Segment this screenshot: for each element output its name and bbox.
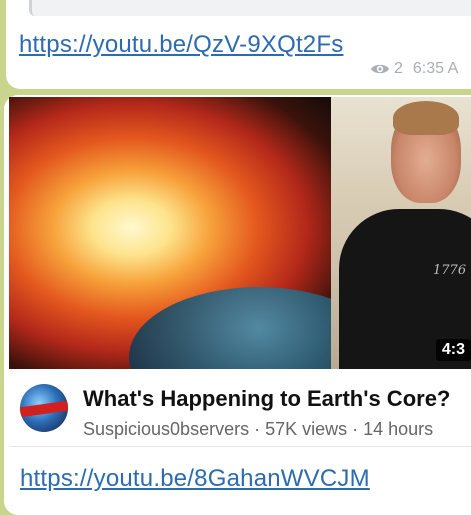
video-subtitle-overflow: · · · <box>83 441 113 445</box>
eye-icon <box>371 64 389 74</box>
message-1-link[interactable]: https://youtu.be/QzV-9XQt2Fs <box>19 31 343 59</box>
message-1-meta: 2 6:35 A <box>370 60 458 78</box>
video-thumbnail[interactable]: 1776 4:3 <box>9 97 471 369</box>
video-info-row[interactable]: What's Happening to Earth's Core? Suspic… <box>0 369 471 445</box>
message-time: 6:35 A <box>412 60 459 77</box>
video-duration-badge: 4:3 <box>435 339 471 361</box>
channel-avatar[interactable] <box>20 384 68 432</box>
avatar-stripe <box>20 400 68 418</box>
shirt-print-text: 1776 <box>433 263 467 278</box>
thumbnail-presenter-image: 1776 <box>331 97 471 369</box>
preview-divider <box>9 446 471 447</box>
previous-link-preview-card[interactable] <box>29 0 471 16</box>
message-2-link[interactable]: https://youtu.be/8GahanWVCJM <box>20 465 370 493</box>
thumbnail-earth-core-image <box>9 97 389 369</box>
presenter-hair <box>393 101 459 135</box>
video-title[interactable]: What's Happening to Earth's Core? <box>83 386 450 412</box>
video-subtitle: Suspicious0bservers · 57K views · 14 hou… <box>83 419 434 439</box>
view-count: 2 <box>394 60 403 77</box>
